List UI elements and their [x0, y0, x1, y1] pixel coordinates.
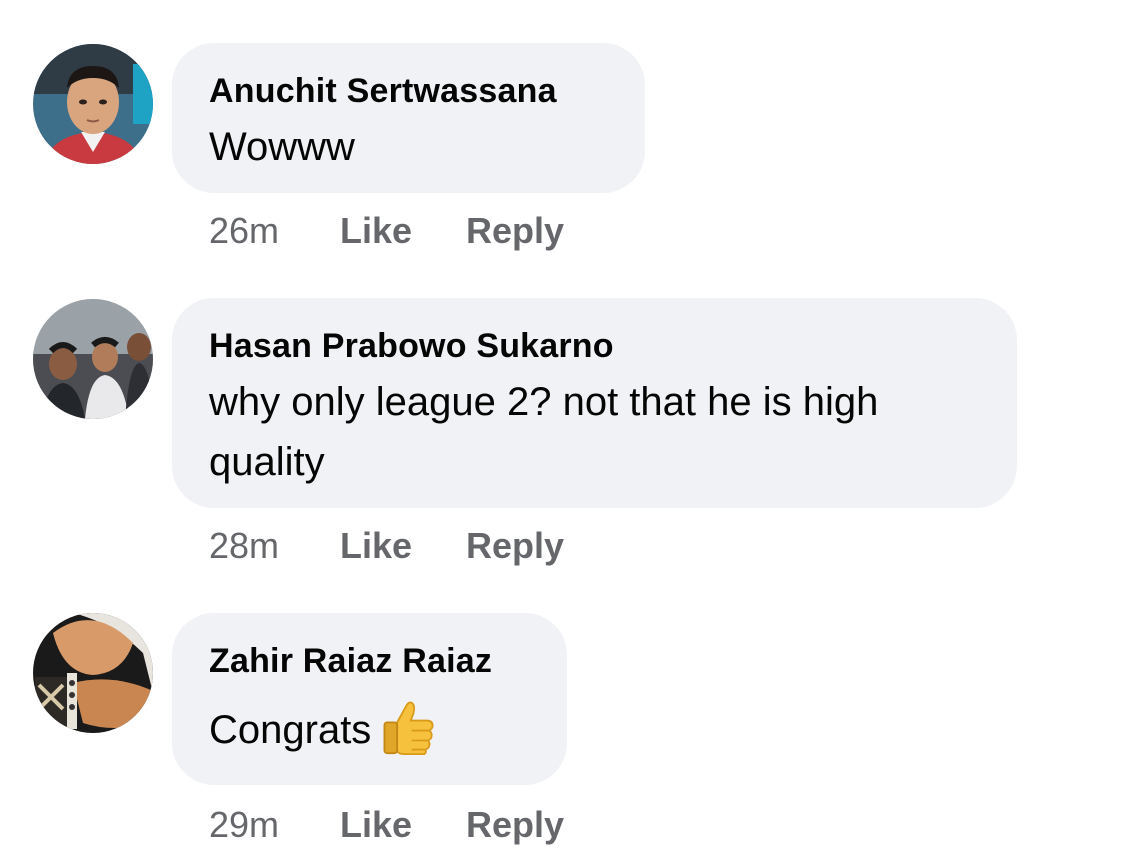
- comment-bubble[interactable]: Zahir Raiaz Raiaz Congrats: [172, 613, 567, 785]
- comment-timestamp[interactable]: 28m: [209, 524, 340, 568]
- like-button[interactable]: Like: [340, 524, 466, 568]
- avatar-photo: [33, 44, 153, 164]
- comment-meta: 28m Like Reply: [209, 524, 564, 568]
- reply-button[interactable]: Reply: [466, 803, 564, 847]
- comment-text-content: Congrats: [209, 708, 372, 752]
- comment-author[interactable]: Hasan Prabowo Sukarno: [209, 324, 979, 368]
- thumbs-up-icon: [383, 701, 434, 755]
- avatar[interactable]: [33, 299, 153, 419]
- comment-text-line: why only league 2? not that he is high: [209, 380, 879, 424]
- comment-text: Wowww: [209, 125, 355, 169]
- avatar[interactable]: [33, 44, 153, 164]
- comment-bubble[interactable]: Hasan Prabowo Sukarno why only league 2?…: [172, 298, 1017, 508]
- comment-meta: 29m Like Reply: [209, 803, 564, 847]
- reply-button[interactable]: Reply: [466, 209, 564, 253]
- avatar-photo: [33, 613, 153, 733]
- like-button[interactable]: Like: [340, 803, 466, 847]
- comment-timestamp[interactable]: 26m: [209, 209, 340, 253]
- comment-text: why only league 2? not that he is high q…: [209, 372, 979, 492]
- comment-bubble[interactable]: Anuchit Sertwassana Wowww: [172, 43, 645, 193]
- like-button[interactable]: Like: [340, 209, 466, 253]
- avatar[interactable]: [33, 613, 153, 733]
- comment-author[interactable]: Anuchit Sertwassana: [209, 69, 607, 113]
- comment-timestamp[interactable]: 29m: [209, 803, 340, 847]
- comment-text: Congrats: [209, 697, 529, 760]
- comment-text-line: quality: [209, 440, 325, 484]
- avatar-photo: [33, 299, 153, 419]
- comment-meta: 26m Like Reply: [209, 209, 564, 253]
- comment-author[interactable]: Zahir Raiaz Raiaz: [209, 639, 529, 683]
- reply-button[interactable]: Reply: [466, 524, 564, 568]
